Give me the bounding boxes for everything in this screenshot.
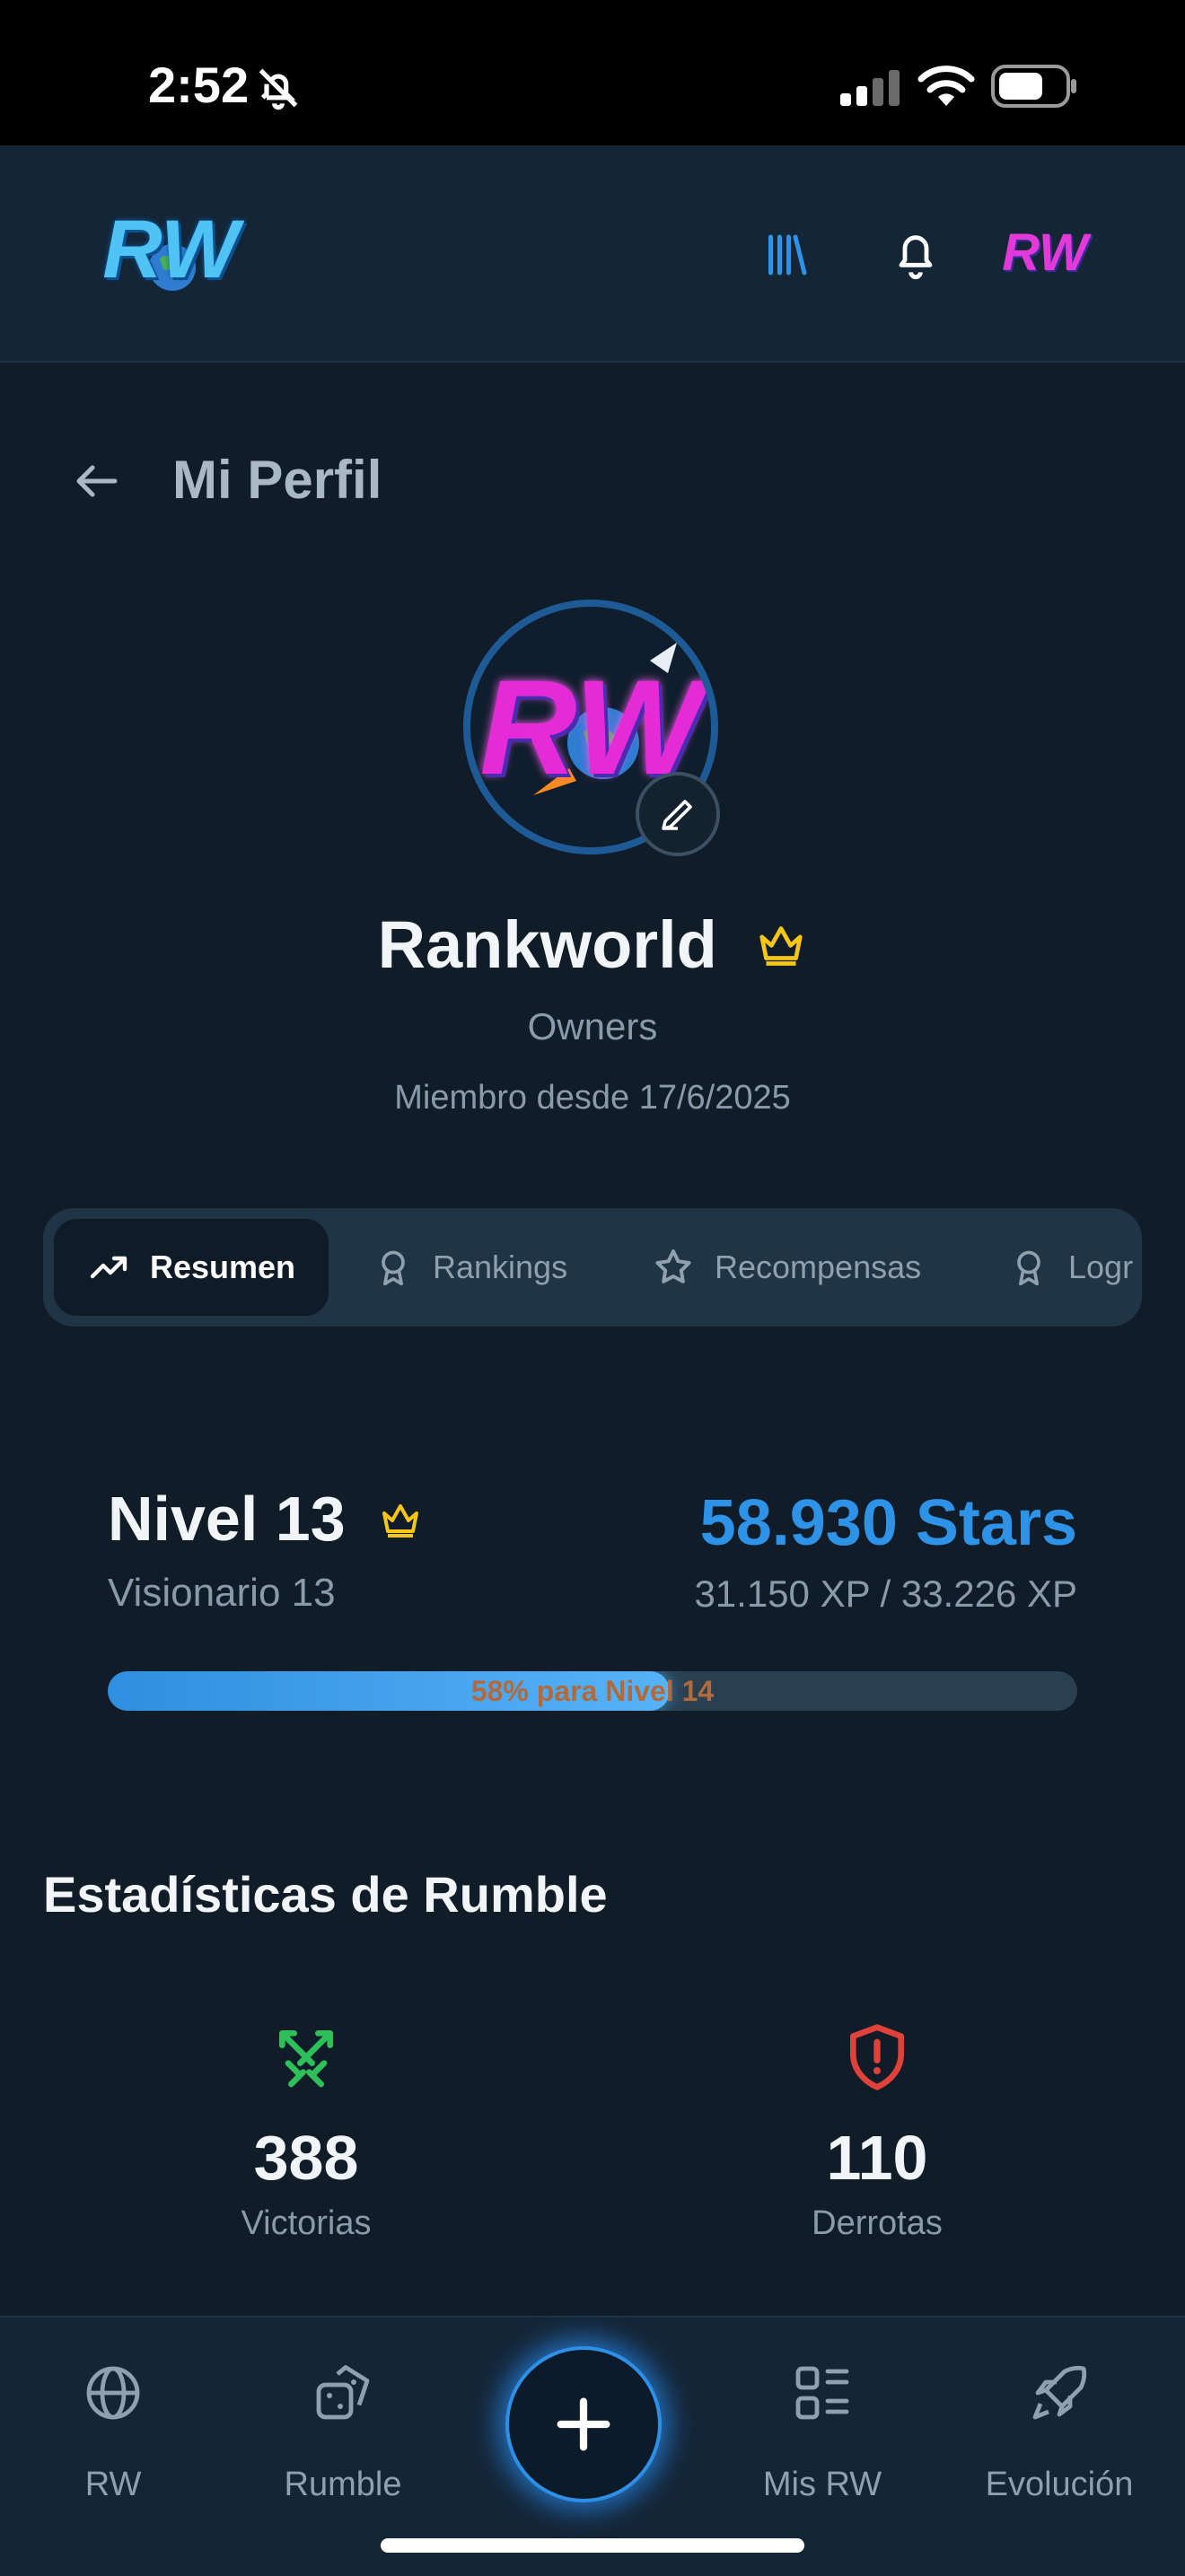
library-icon[interactable] [759,228,813,282]
edit-avatar-button[interactable] [636,772,720,856]
plus-icon [557,2397,610,2451]
crown-icon [382,1503,419,1538]
wins-value: 388 [253,2123,359,2193]
tab-label: Rankings [433,1249,568,1285]
cellular-signal-icon [840,70,900,106]
level-title-row: Nivel 13 [108,1483,422,1555]
create-button[interactable] [505,2346,662,2502]
rocket-icon [1032,2365,1087,2420]
member-since: Miembro desde 17/6/2025 [394,1079,791,1117]
level-progress-label: 58% para Nivel 14 [470,1675,715,1707]
back-arrow-icon[interactable] [70,454,124,508]
status-time: 2:52 [148,57,250,113]
tab-label: Recompensas [715,1249,922,1285]
profile-tabs: Resumen Rankings Recompensas Logr [43,1208,1142,1327]
wins-label: Victorias [241,2204,372,2242]
award-icon [382,1250,405,1286]
award-icon [1017,1250,1040,1286]
nav-label: Rumble [284,2466,402,2503]
page-title: Mi Perfil [172,450,382,510]
bell-off-icon [259,68,298,110]
home-indicator [381,2538,804,2553]
crown-icon [759,926,803,967]
username-row: Rankworld [0,907,1185,983]
battery-icon [991,65,1076,108]
tab-recompensas[interactable]: Recompensas [652,1219,921,1316]
level-title: Nivel 13 [108,1484,346,1554]
app-header: RW RW [0,145,1185,363]
nav-label: Evolución [985,2466,1134,2503]
tab-label: Resumen [149,1249,296,1285]
globe-icon [86,2366,140,2420]
losses-value: 110 [826,2123,928,2193]
level-subtitle: Visionario 13 [108,1571,336,1615]
app-logo[interactable]: RW [90,196,251,303]
losses-label: Derrotas [812,2204,943,2242]
swords-icon [279,2030,333,2088]
nav-item-rumble[interactable]: Rumble [244,2361,442,2504]
stats-title: Estadísticas de Rumble [43,1866,608,1923]
tab-rankings[interactable]: Rankings [373,1219,567,1316]
nav-item-mis-rw[interactable]: Mis RW [724,2361,921,2504]
shield-alert-icon [850,2024,904,2090]
nav-label: RW [84,2466,142,2503]
xp-progress-text: 31.150 XP / 33.226 XP [694,1573,1077,1615]
wifi-icon [917,66,975,106]
tab-label: Logr [1068,1249,1134,1285]
stars-count: 58.930 Stars [699,1487,1077,1559]
star-icon [655,1249,691,1284]
status-bar: 2:52 [0,0,1185,145]
bell-icon[interactable] [887,224,944,282]
tab-logros[interactable]: Logr [1009,1219,1133,1316]
dashboard-icon [795,2366,849,2420]
nav-item-evolucion[interactable]: Evolución [961,2361,1158,2504]
nav-item-rw[interactable]: RW [14,2361,212,2504]
logo-text: RW [102,204,239,295]
header-avatar[interactable]: RW [1000,217,1090,289]
trending-up-icon [90,1256,127,1279]
user-role: Owners [527,1005,658,1047]
username: Rankworld [377,907,717,982]
nav-label: Mis RW [762,2466,882,2503]
pencil-icon [662,800,692,830]
tab-resumen[interactable]: Resumen [54,1219,329,1316]
dice-icon [316,2365,370,2420]
